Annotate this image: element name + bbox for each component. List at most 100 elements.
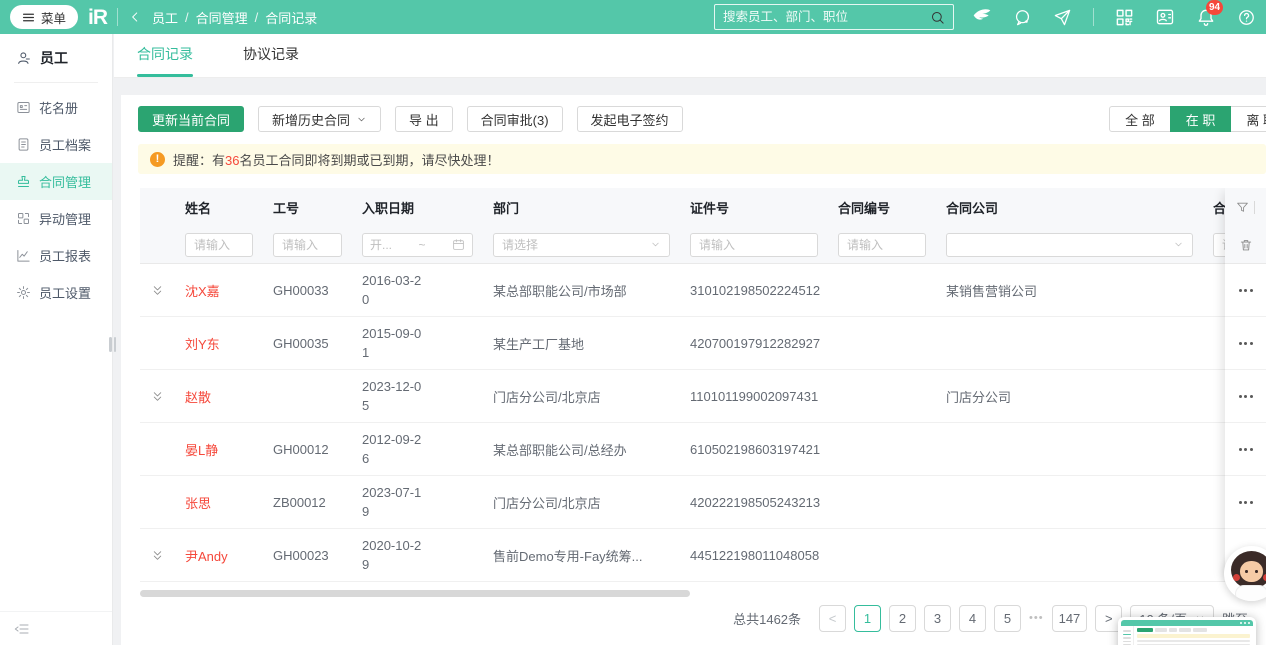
sidebar-item-roster[interactable]: 花名册 bbox=[0, 89, 112, 126]
pagination-ellipsis[interactable]: ••• bbox=[1029, 612, 1044, 624]
e-sign-button[interactable]: 发起电子签约 bbox=[577, 106, 683, 132]
pagination-page-button[interactable]: 5 bbox=[994, 605, 1021, 632]
row-actions-button[interactable] bbox=[1225, 370, 1266, 423]
tab-contract-records[interactable]: 合同记录 bbox=[137, 44, 193, 77]
breadcrumb: 员工 / 合同管理 / 合同记录 bbox=[152, 8, 317, 27]
export-button[interactable]: 导 出 bbox=[395, 106, 453, 132]
filter-emp-no-input[interactable] bbox=[273, 233, 342, 257]
menu-button-label: 菜单 bbox=[41, 8, 66, 27]
filter-funnel-icon[interactable] bbox=[1236, 201, 1249, 214]
contract-stamp-icon bbox=[16, 174, 31, 189]
col-header-id-no: 证件号 bbox=[680, 198, 828, 217]
add-history-contract-button[interactable]: 新增历史合同 bbox=[258, 106, 381, 132]
tab-agreement-records[interactable]: 协议记录 bbox=[243, 44, 299, 77]
report-chart-icon bbox=[16, 248, 31, 263]
filter-name-input[interactable] bbox=[185, 233, 253, 257]
employee-name-link[interactable]: 尹Andy bbox=[185, 549, 228, 564]
alert-prefix: 提醒：有 bbox=[173, 153, 225, 168]
header-mini-divider bbox=[1254, 201, 1255, 214]
status-filter-all[interactable]: 全 部 bbox=[1109, 106, 1171, 132]
filter-contract-no-input[interactable] bbox=[838, 233, 926, 257]
table-header-row: 姓名 工号 入职日期 部门 证件号 合同编号 合同公司 合 bbox=[140, 188, 1266, 226]
filter-company-select[interactable] bbox=[946, 233, 1193, 257]
table-row[interactable]: 尹Andy GH00023 2020-10-29 售前Demo专用-Fay统筹.… bbox=[140, 529, 1266, 582]
sidebar-item-reports[interactable]: 员工报表 bbox=[0, 237, 112, 274]
sidebar-item-contracts[interactable]: 合同管理 bbox=[0, 163, 112, 200]
filter-department-select[interactable]: 请选择 bbox=[493, 233, 670, 257]
horizontal-scrollbar-thumb[interactable] bbox=[140, 590, 690, 597]
row-actions-button[interactable] bbox=[1225, 476, 1266, 529]
table-row[interactable]: 晏L静 GH00012 2012-09-26 某总部职能公司/总经办 61050… bbox=[140, 423, 1266, 476]
dingtalk-wing-icon[interactable] bbox=[972, 7, 992, 27]
alert-text: 提醒：有36名员工合同即将到期或已到期，请尽快处理！ bbox=[173, 150, 500, 169]
cell-hire-date: 2020-10-29 bbox=[352, 536, 483, 575]
double-chevron-down-icon[interactable] bbox=[151, 284, 164, 297]
chevron-down-icon bbox=[650, 239, 661, 250]
menu-button[interactable]: 菜单 bbox=[10, 5, 78, 29]
breadcrumb-item[interactable]: 合同管理 bbox=[196, 8, 248, 27]
table-row[interactable]: 刘Y东 GH00035 2015-09-01 某生产工厂基地 420700197… bbox=[140, 317, 1266, 370]
cell-hire-date: 2012-09-26 bbox=[352, 430, 483, 469]
pagination-page-button[interactable]: 3 bbox=[924, 605, 951, 632]
employee-name-link[interactable]: 刘Y东 bbox=[185, 337, 220, 352]
row-actions-button[interactable] bbox=[1225, 317, 1266, 370]
e-sign-label: 发起电子签约 bbox=[591, 110, 669, 129]
header-icon-group: 94 bbox=[972, 7, 1256, 27]
cell-emp-no: GH00035 bbox=[263, 336, 352, 351]
pagination-last-page-button[interactable]: 147 bbox=[1052, 605, 1088, 632]
col-header-company: 合同公司 bbox=[936, 198, 1203, 217]
employee-name-link[interactable]: 沈X嘉 bbox=[185, 284, 220, 299]
double-chevron-down-icon[interactable] bbox=[151, 549, 164, 562]
help-icon[interactable] bbox=[1237, 8, 1256, 27]
pagination-prev-button[interactable]: < bbox=[819, 605, 846, 632]
col-header-department: 部门 bbox=[483, 198, 680, 217]
row-actions-button[interactable] bbox=[1225, 264, 1266, 317]
fixed-actions-column bbox=[1225, 188, 1266, 582]
cell-department: 某总部职能公司/总经办 bbox=[483, 440, 680, 459]
filter-id-no-input[interactable] bbox=[690, 233, 818, 257]
cell-company: 某销售营销公司 bbox=[936, 281, 1203, 300]
sidebar-item-archives[interactable]: 员工档案 bbox=[0, 126, 112, 163]
global-search-input[interactable] bbox=[723, 10, 924, 24]
table-row[interactable]: 沈X嘉 GH00033 2016-03-20 某总部职能公司/市场部 31010… bbox=[140, 264, 1266, 317]
collapse-sidebar-icon[interactable] bbox=[14, 621, 30, 637]
paper-plane-icon[interactable] bbox=[1053, 8, 1072, 27]
chat-bubble-icon[interactable] bbox=[1013, 8, 1032, 27]
table-filter-row: 开... ~ 请选择 bbox=[140, 226, 1266, 264]
cell-id-no: 310102198502224512 bbox=[680, 283, 828, 298]
contract-approval-button[interactable]: 合同审批(3) bbox=[467, 106, 563, 132]
employee-name-link[interactable]: 张思 bbox=[185, 496, 211, 511]
status-filter-active[interactable]: 在 职 bbox=[1170, 106, 1232, 132]
qr-code-icon[interactable] bbox=[1115, 8, 1134, 27]
mini-page-preview[interactable] bbox=[1118, 617, 1256, 645]
bell-icon[interactable]: 94 bbox=[1196, 7, 1216, 27]
pagination-page-button[interactable]: 1 bbox=[854, 605, 881, 632]
contacts-icon[interactable] bbox=[1155, 7, 1175, 27]
employee-person-icon bbox=[16, 50, 32, 66]
table-row[interactable]: 赵散 2023-12-05 门店分公司/北京店 1101011990020974… bbox=[140, 370, 1266, 423]
back-chevron-icon[interactable] bbox=[128, 10, 142, 24]
sidebar-item-transfers[interactable]: 异动管理 bbox=[0, 200, 112, 237]
filter-hire-date-range[interactable]: 开... ~ bbox=[362, 233, 473, 257]
cell-emp-no: GH00033 bbox=[263, 283, 352, 298]
pagination-page-button[interactable]: 4 bbox=[959, 605, 986, 632]
employee-name-link[interactable]: 晏L静 bbox=[185, 443, 218, 458]
avatar-face bbox=[1240, 561, 1263, 582]
row-actions-button[interactable] bbox=[1225, 423, 1266, 476]
breadcrumb-item[interactable]: 员工 bbox=[152, 8, 178, 27]
trash-icon[interactable] bbox=[1239, 238, 1253, 252]
search-icon[interactable] bbox=[930, 10, 945, 25]
update-contract-button[interactable]: 更新当前合同 bbox=[138, 106, 244, 132]
status-filter-group: 全 部 在 职 离 职 bbox=[1109, 106, 1266, 132]
status-filter-resigned[interactable]: 离 职 bbox=[1230, 106, 1266, 132]
sidebar-footer bbox=[0, 611, 112, 645]
employee-name-link[interactable]: 赵散 bbox=[185, 390, 211, 405]
sidebar-item-settings[interactable]: 员工设置 bbox=[0, 274, 112, 311]
sidebar-title: 员工 bbox=[0, 34, 112, 80]
hamburger-icon bbox=[22, 11, 35, 24]
table-row[interactable]: 张思 ZB00012 2023-07-19 门店分公司/北京店 42022219… bbox=[140, 476, 1266, 529]
pagination-page-button[interactable]: 2 bbox=[889, 605, 916, 632]
cell-hire-date: 2023-07-19 bbox=[352, 483, 483, 522]
chevron-down-icon bbox=[356, 114, 367, 125]
double-chevron-down-icon[interactable] bbox=[151, 390, 164, 403]
